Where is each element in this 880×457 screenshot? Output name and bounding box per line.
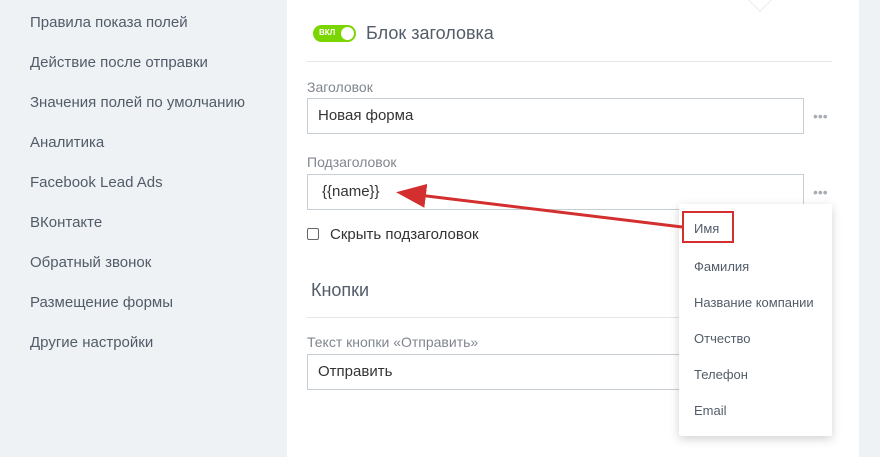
subtitle-insert-field-menu-icon[interactable]: ••• — [813, 185, 828, 199]
section-divider — [307, 61, 832, 62]
dropdown-item-last-name[interactable]: Фамилия — [694, 259, 749, 274]
buttons-block-title: Кнопки — [311, 280, 370, 300]
hide-subtitle-label[interactable]: Скрыть подзаголовок — [330, 226, 479, 243]
sidebar-item-form-placement[interactable]: Размещение формы — [30, 294, 173, 311]
sidebar-item-field-display-rules[interactable]: Правила показа полей — [30, 14, 188, 31]
dropdown-item-company-name[interactable]: Название компании — [694, 295, 814, 310]
title-input[interactable]: Новая форма — [307, 98, 804, 134]
dropdown-item-email[interactable]: Email — [694, 403, 727, 418]
sidebar: Правила показа полей Действие после отпр… — [0, 0, 287, 457]
header-block-toggle[interactable]: ВКЛ — [313, 25, 356, 42]
sidebar-item-after-submit-action[interactable]: Действие после отправки — [30, 54, 208, 71]
annotation-highlight-box — [682, 211, 734, 243]
sidebar-item-analytics[interactable]: Аналитика — [30, 134, 104, 151]
toggle-state-label: ВКЛ — [319, 28, 336, 37]
submit-text-field-label: Текст кнопки «Отправить» — [307, 334, 479, 350]
subtitle-field-label: Подзаголовок — [307, 154, 397, 170]
dropdown-item-middle-name[interactable]: Отчество — [694, 331, 751, 346]
hide-subtitle-checkbox[interactable] — [307, 228, 319, 240]
sidebar-item-default-field-values[interactable]: Значения полей по умолчанию — [30, 94, 245, 111]
sidebar-item-vkontakte[interactable]: ВКонтакте — [30, 214, 102, 231]
sidebar-item-other-settings[interactable]: Другие настройки — [30, 334, 153, 351]
right-gutter — [859, 0, 880, 457]
toggle-knob — [341, 27, 354, 40]
sidebar-item-callback[interactable]: Обратный звонок — [30, 254, 151, 271]
title-field-label: Заголовок — [307, 79, 373, 95]
sidebar-item-facebook-lead-ads[interactable]: Facebook Lead Ads — [30, 174, 163, 191]
dropdown-item-phone[interactable]: Телефон — [694, 367, 748, 382]
title-insert-field-menu-icon[interactable]: ••• — [813, 109, 828, 123]
header-block-title: Блок заголовка — [366, 23, 494, 43]
